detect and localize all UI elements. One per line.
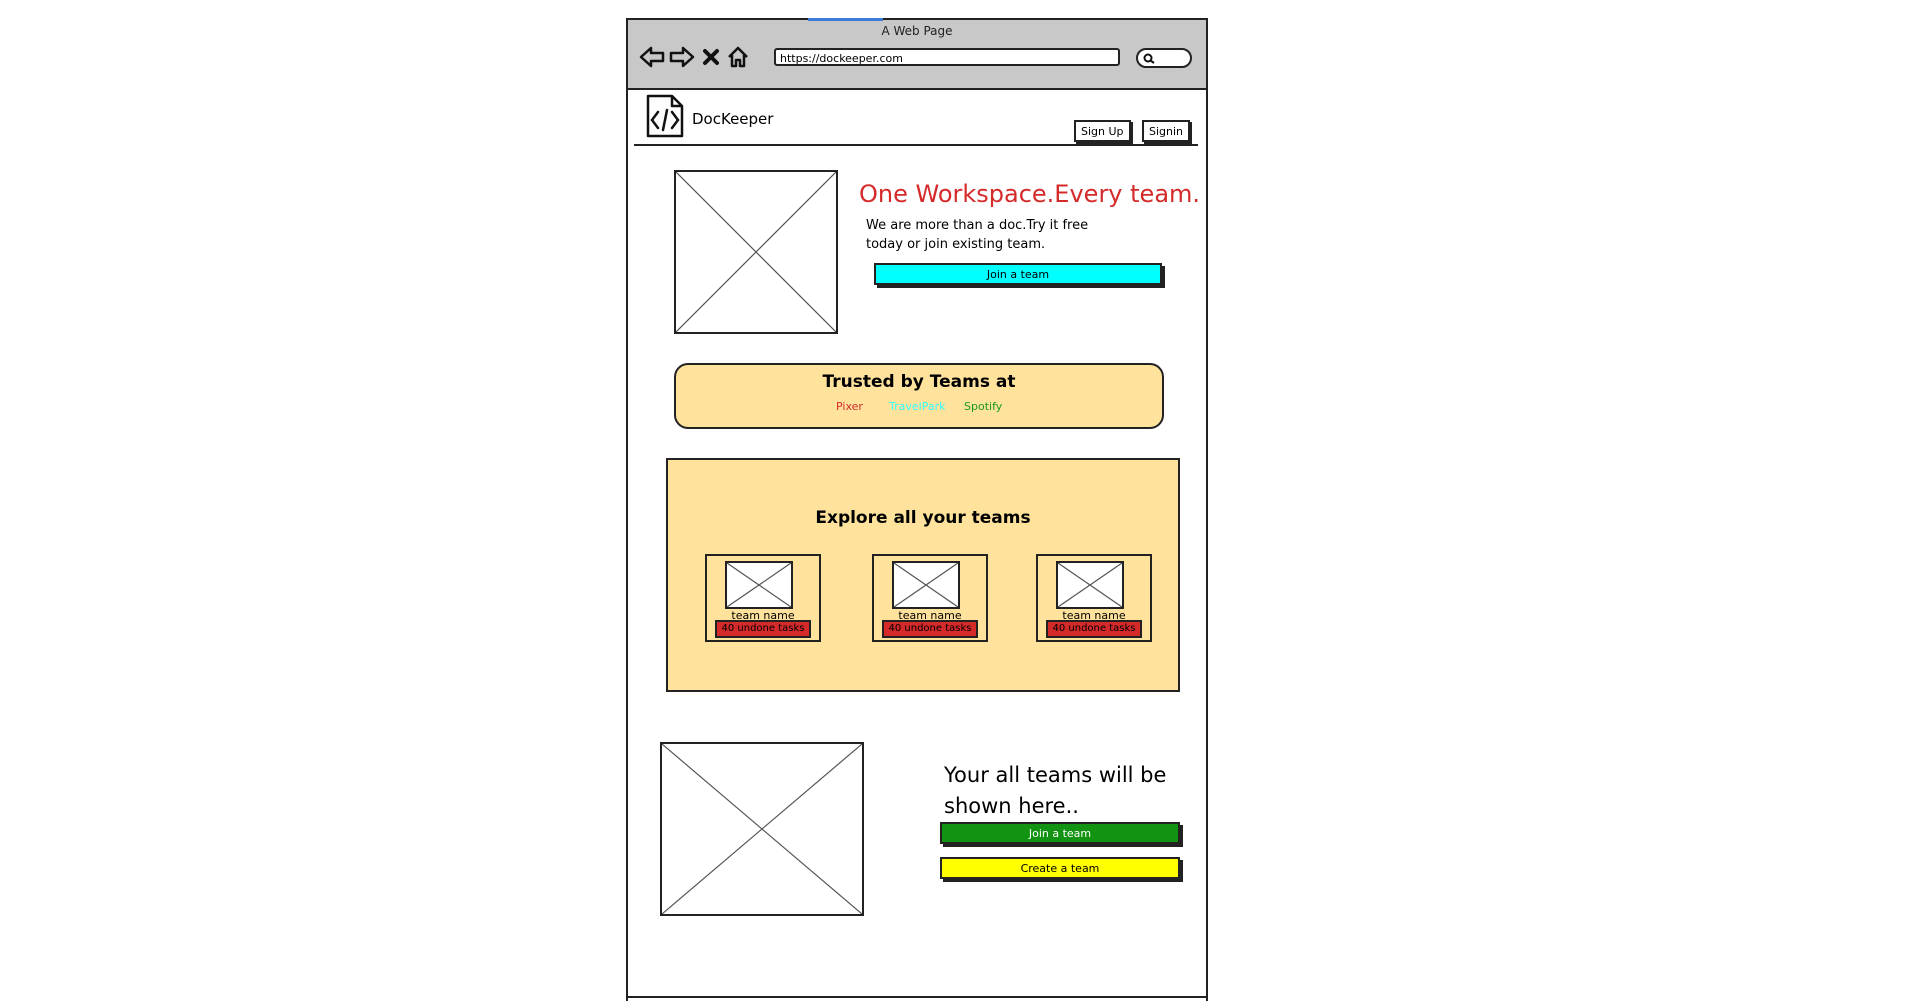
company-logo-spotify: Spotify	[964, 400, 1003, 413]
hero-title: One Workspace.Every team.	[859, 180, 1201, 208]
hero-join-team-button[interactable]: Join a team	[874, 263, 1162, 285]
browser-window: A Web Page https://dockeeper.com DocKeep…	[626, 18, 1208, 1001]
hero-image-placeholder	[674, 170, 838, 334]
page-bottom-border	[628, 996, 1206, 998]
company-logo-pixer: Pixer	[836, 400, 863, 413]
company-logo-travelpark: TravelPark	[889, 400, 946, 413]
explore-teams-section: Explore all your teams team name 40 undo…	[666, 458, 1180, 692]
explore-title: Explore all your teams	[815, 508, 1031, 528]
back-arrow-icon[interactable]	[638, 44, 666, 70]
team-image-placeholder	[892, 561, 960, 609]
search-icon	[1143, 53, 1155, 64]
team-card[interactable]: team name 40 undone tasks	[872, 554, 988, 642]
signup-button[interactable]: Sign Up	[1074, 120, 1131, 142]
teams-image-placeholder	[660, 742, 864, 916]
team-card[interactable]: team name 40 undone tasks	[705, 554, 821, 642]
trusted-by-section: Trusted by Teams at Pixer TravelPark Spo…	[674, 363, 1164, 429]
undone-tasks-badge: 40 undone tasks	[1046, 620, 1142, 638]
active-tab-indicator	[808, 18, 883, 21]
stop-x-icon[interactable]	[697, 44, 725, 70]
team-card[interactable]: team name 40 undone tasks	[1036, 554, 1152, 642]
undone-tasks-badge: 40 undone tasks	[882, 620, 978, 638]
trusted-title: Trusted by Teams at	[822, 372, 1016, 392]
team-image-placeholder	[725, 561, 793, 609]
browser-search-box[interactable]	[1136, 48, 1192, 68]
home-icon[interactable]	[724, 44, 752, 70]
create-team-button[interactable]: Create a team	[940, 857, 1180, 879]
brand-name[interactable]: DocKeeper	[692, 110, 773, 128]
team-image-placeholder	[1056, 561, 1124, 609]
window-title: A Web Page	[881, 24, 953, 38]
undone-tasks-badge: 40 undone tasks	[715, 620, 811, 638]
hero-subtitle: We are more than a doc.Try it free today…	[866, 218, 1089, 252]
browser-toolbar: A Web Page https://dockeeper.com	[628, 18, 1206, 90]
address-bar[interactable]: https://dockeeper.com	[774, 48, 1120, 66]
forward-arrow-icon[interactable]	[668, 44, 696, 70]
code-document-icon	[646, 94, 684, 138]
join-team-button[interactable]: Join a team	[940, 822, 1180, 844]
site-header: DocKeeper Sign Up Signin	[634, 88, 1198, 146]
teams-empty-message: Your all teams will be shown here..	[944, 763, 1167, 818]
signin-button[interactable]: Signin	[1142, 120, 1191, 142]
